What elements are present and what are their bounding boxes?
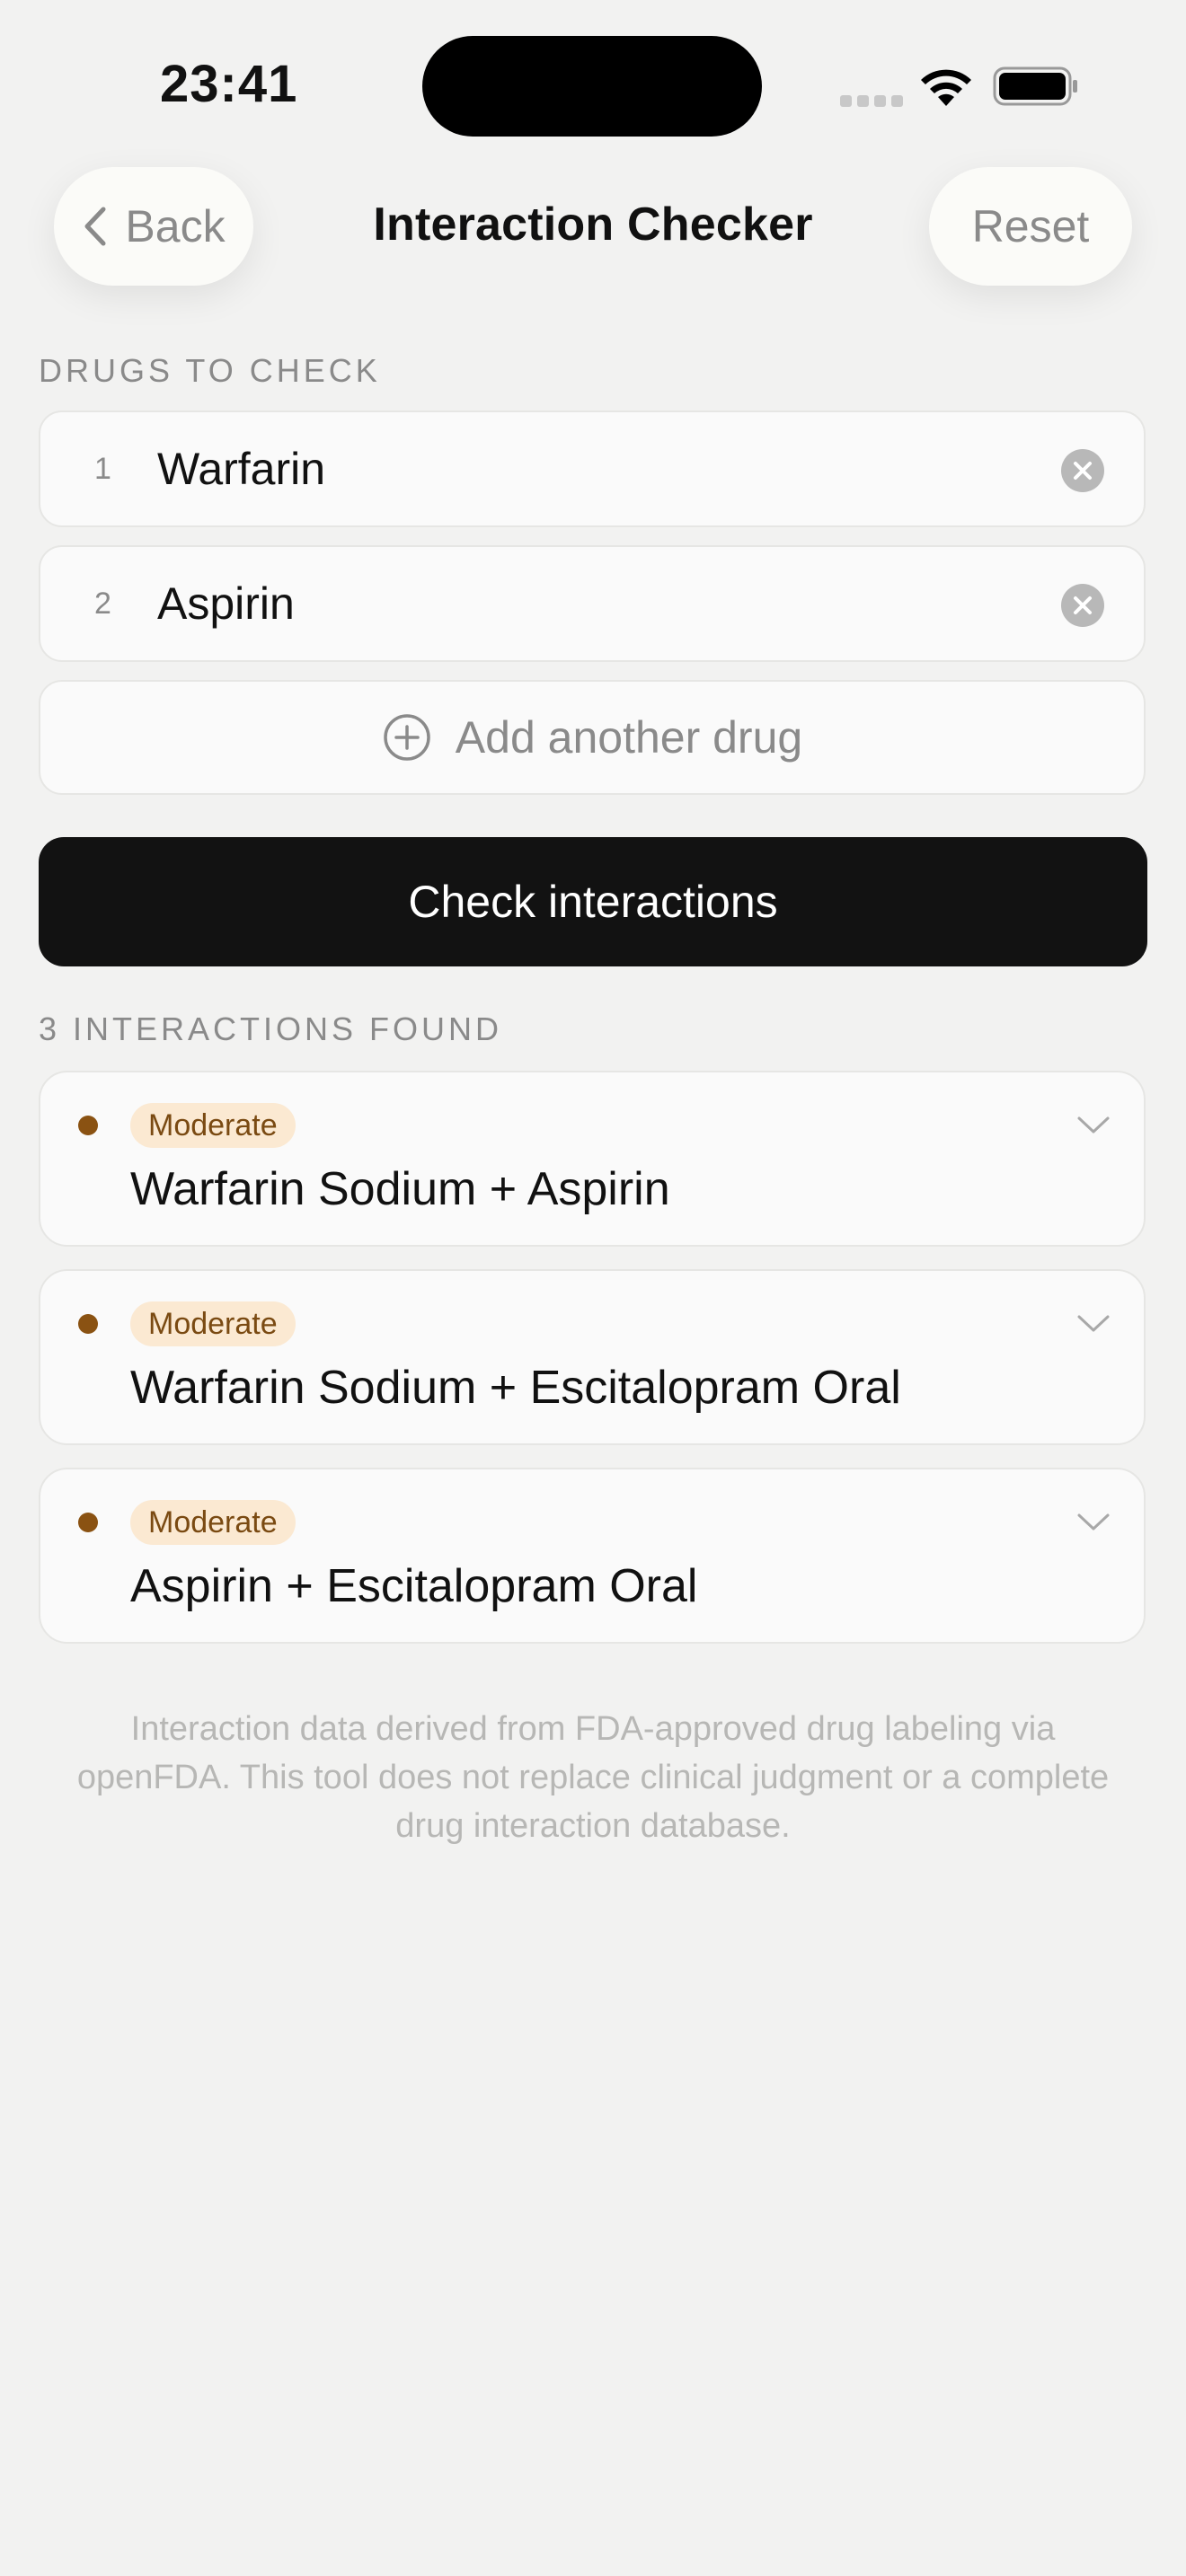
cellular-signal-icon <box>840 95 903 107</box>
drug-name[interactable]: Warfarin <box>157 412 325 525</box>
chevron-down-icon[interactable] <box>1076 1513 1111 1532</box>
disclaimer-text: Interaction data derived from FDA-approv… <box>76 1710 1110 1845</box>
interaction-card[interactable]: Moderate Aspirin + Escitalopram Oral <box>39 1468 1146 1644</box>
drug-input-row[interactable]: 1 Warfarin <box>39 410 1146 527</box>
severity-badge: Moderate <box>130 1103 296 1148</box>
severity-badge: Moderate <box>130 1301 296 1346</box>
dynamic-island <box>422 36 762 137</box>
drug-index: 2 <box>94 587 111 621</box>
interaction-card[interactable]: Moderate Warfarin Sodium + Escitalopram … <box>39 1269 1146 1445</box>
severity-dot <box>78 1513 98 1532</box>
interaction-title: Warfarin Sodium + Escitalopram Oral <box>130 1362 901 1414</box>
check-interactions-button[interactable]: Check interactions <box>39 837 1147 966</box>
status-time: 23:41 <box>160 55 298 113</box>
drugs-section-label: DRUGS TO CHECK <box>39 352 381 389</box>
clear-circle-icon[interactable] <box>1060 448 1105 493</box>
results-section-label: 3 INTERACTIONS FOUND <box>39 1010 503 1047</box>
severity-badge: Moderate <box>130 1500 296 1545</box>
plus-circle-icon <box>384 714 430 761</box>
interaction-title: Aspirin + Escitalopram Oral <box>130 1560 698 1612</box>
severity-dot <box>78 1314 98 1334</box>
drug-name[interactable]: Aspirin <box>157 547 295 660</box>
add-drug-button[interactable]: Add another drug <box>39 680 1146 795</box>
chevron-down-icon[interactable] <box>1076 1314 1111 1334</box>
severity-dot <box>78 1116 98 1135</box>
status-bar: 23:41 <box>0 0 1186 171</box>
interaction-title: Warfarin Sodium + Aspirin <box>130 1163 670 1215</box>
clear-circle-icon[interactable] <box>1060 583 1105 628</box>
drug-index: 1 <box>94 452 111 486</box>
interaction-card[interactable]: Moderate Warfarin Sodium + Aspirin <box>39 1071 1146 1247</box>
add-drug-label: Add another drug <box>455 712 803 763</box>
drug-input-row[interactable]: 2 Aspirin <box>39 545 1146 662</box>
battery-icon <box>993 66 1077 106</box>
wifi-icon <box>921 69 971 106</box>
chevron-down-icon[interactable] <box>1076 1116 1111 1135</box>
reset-button[interactable]: Reset <box>929 167 1132 286</box>
